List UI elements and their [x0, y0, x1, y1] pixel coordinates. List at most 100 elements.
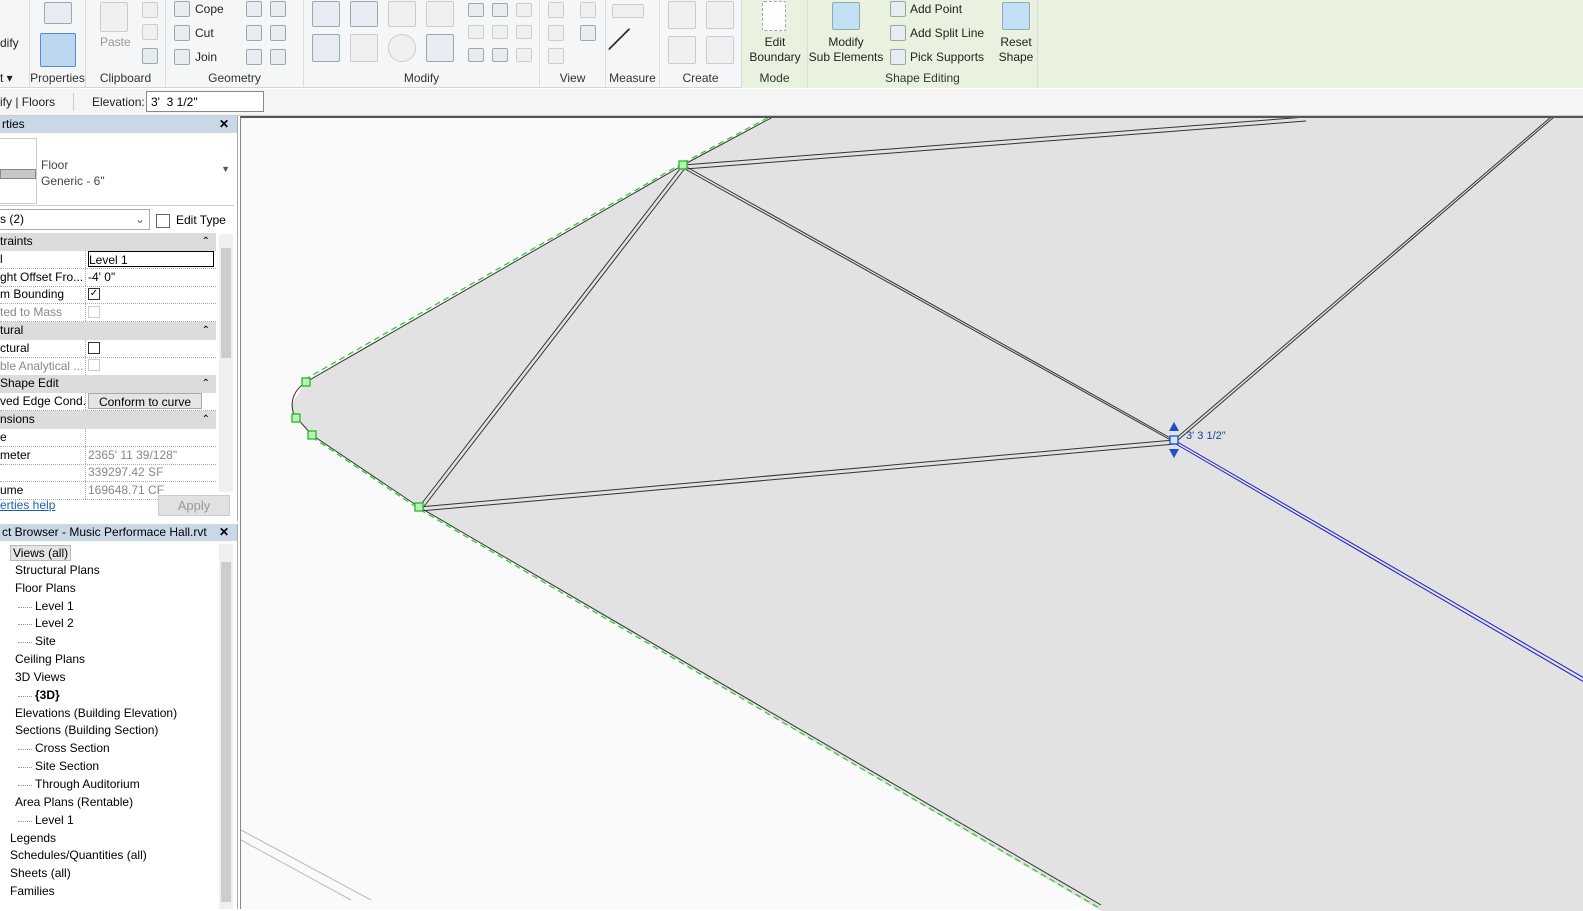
paint-icon[interactable]	[246, 49, 262, 65]
selected-point-handle[interactable]	[1169, 435, 1179, 445]
array-icon[interactable]	[468, 25, 484, 39]
edit-type-button[interactable]: Edit Type	[156, 210, 226, 230]
tree-item[interactable]: Sheets (all)	[0, 865, 218, 883]
property-checkbox[interactable]	[88, 358, 214, 375]
demolish-icon[interactable]	[270, 25, 286, 41]
wall-joins-icon[interactable]	[246, 1, 262, 17]
paste-button[interactable]: Paste	[100, 35, 131, 49]
modify-tool[interactable]: dify	[0, 36, 19, 50]
cut-clipboard-icon[interactable]	[142, 2, 158, 18]
tree-item[interactable]: Level 1	[0, 598, 218, 616]
beam-join-icon[interactable]	[246, 25, 262, 41]
split-element-icon[interactable]	[468, 3, 484, 17]
property-group-header[interactable]: tural ⌃	[0, 322, 216, 340]
shape-point-handle[interactable]	[678, 160, 688, 170]
tree-item[interactable]: Site Section	[0, 758, 218, 776]
tree-item[interactable]: Site	[0, 633, 218, 651]
collapse-icon[interactable]: ⌃	[202, 233, 210, 250]
instance-filter-dropdown[interactable]: s (2) ⌄	[0, 209, 150, 230]
tree-item[interactable]: Through Auditorium	[0, 776, 218, 794]
tree-item[interactable]: Legends	[0, 830, 218, 848]
tree-item[interactable]: Cross Section	[0, 740, 218, 758]
floor-3d-view[interactable]: 3' 3 1/2"	[241, 118, 1583, 911]
copy-element-icon[interactable]	[350, 34, 378, 62]
property-value[interactable]: 2365' 11 39/128"	[88, 447, 214, 464]
tree-item[interactable]: Sections (Building Section)	[0, 722, 218, 740]
trim-single-icon[interactable]	[468, 48, 484, 62]
scale-icon[interactable]	[492, 25, 508, 39]
modify-sub-elements-button[interactable]: Modify Sub Elements	[808, 35, 884, 65]
collapse-icon[interactable]: ⌃	[202, 411, 210, 428]
reset-shape-button[interactable]: Reset Shape	[994, 35, 1038, 65]
modify-sub-elements-icon[interactable]	[832, 2, 860, 30]
tree-item[interactable]: Level 2	[0, 615, 218, 633]
hide-icon[interactable]	[548, 2, 564, 18]
properties-scrollbar[interactable]	[219, 234, 233, 492]
trim-extend-corner-icon[interactable]	[426, 34, 454, 62]
shape-point-handle[interactable]	[301, 377, 311, 387]
type-selector[interactable]: Floor Generic - 6" ▼	[0, 136, 234, 206]
align-icon[interactable]	[312, 1, 340, 27]
property-value-button[interactable]: Conform to curve	[88, 393, 202, 410]
mirror-axis-icon[interactable]	[388, 1, 416, 27]
tree-item[interactable]: Schedules/Quantities (all)	[0, 847, 218, 865]
close-icon[interactable]: ✕	[219, 116, 229, 133]
property-value-input[interactable]: Level 1	[88, 250, 214, 267]
tree-item[interactable]: Families	[0, 883, 218, 901]
drawing-area[interactable]: 3' 3 1/2"	[240, 116, 1583, 911]
create-parts-icon[interactable]	[668, 1, 696, 29]
reset-shape-icon[interactable]	[1002, 2, 1030, 30]
shape-point-handle[interactable]	[307, 430, 317, 440]
create-assembly-icon[interactable]	[668, 36, 696, 64]
tree-item[interactable]: Structural Plans	[0, 562, 218, 580]
linework-icon[interactable]	[548, 25, 564, 41]
property-value[interactable]: -4' 0"	[88, 269, 214, 286]
property-group-header[interactable]: traints ⌃	[0, 233, 216, 251]
collapse-icon[interactable]: ⌃	[202, 322, 210, 339]
unpin-icon[interactable]	[516, 3, 532, 17]
move-icon[interactable]	[312, 34, 340, 62]
join-button[interactable]: Join	[195, 50, 217, 64]
property-checkbox[interactable]	[88, 340, 214, 357]
override-icon[interactable]	[580, 2, 596, 18]
tree-item[interactable]: Ceiling Plans	[0, 651, 218, 669]
tree-item[interactable]: Floor Plans	[0, 580, 218, 598]
thin-lines-icon[interactable]	[580, 25, 596, 41]
property-value[interactable]: 339297.42 SF	[88, 464, 214, 481]
property-group-header[interactable]: Shape Edit ⌃	[0, 375, 216, 394]
type-properties-icon[interactable]	[44, 2, 72, 24]
add-point-button[interactable]: Add Point	[910, 2, 962, 16]
create-similar-icon[interactable]	[706, 36, 734, 64]
tree-item[interactable]: {3D}	[0, 687, 218, 705]
tree-item[interactable]: 3D Views	[0, 669, 218, 687]
properties-help-link[interactable]: erties help	[0, 498, 55, 512]
browser-scrollbar[interactable]	[219, 544, 233, 909]
add-split-line-button[interactable]: Add Split Line	[910, 26, 984, 40]
paste-icon[interactable]	[100, 2, 128, 32]
property-checkbox[interactable]	[88, 304, 214, 321]
pick-supports-button[interactable]: Pick Supports	[910, 50, 984, 64]
edit-boundary-icon[interactable]	[762, 1, 786, 31]
edit-boundary-button[interactable]: Edit Boundary	[742, 35, 808, 65]
properties-icon[interactable]	[40, 33, 76, 67]
hammer-icon[interactable]	[270, 49, 286, 65]
aligned-dimension-icon[interactable]	[607, 27, 651, 71]
cope-button[interactable]: Cope	[195, 2, 224, 16]
split-gap-icon[interactable]	[492, 3, 508, 17]
select-dropdown[interactable]: t ▾	[0, 71, 13, 85]
chevron-down-icon[interactable]: ▼	[221, 164, 230, 174]
collapse-icon[interactable]: ⌃	[202, 375, 210, 392]
rotate-icon[interactable]	[388, 34, 416, 62]
offset-icon[interactable]	[350, 1, 378, 27]
create-group-icon[interactable]	[706, 1, 734, 29]
cut-button[interactable]: Cut	[195, 26, 214, 40]
tree-item[interactable]: Views (all)	[0, 544, 218, 562]
apply-button[interactable]: Apply	[158, 495, 230, 516]
section-box-icon[interactable]	[548, 48, 564, 64]
match-type-icon[interactable]	[142, 48, 158, 64]
shape-point-handle[interactable]	[291, 413, 301, 423]
elevation-tag[interactable]: 3' 3 1/2"	[1186, 430, 1226, 442]
tree-item[interactable]: Level 1	[0, 812, 218, 830]
measure-between-icon[interactable]	[612, 4, 644, 18]
delete-icon[interactable]	[516, 48, 532, 62]
